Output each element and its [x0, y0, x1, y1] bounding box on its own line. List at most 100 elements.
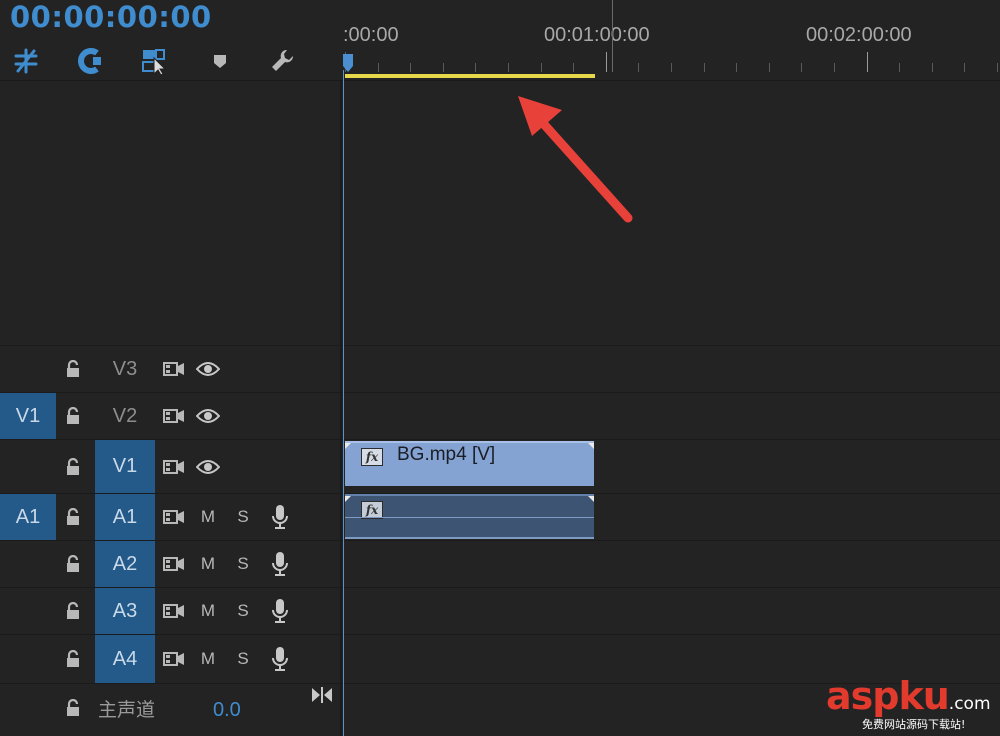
track-lane-a2[interactable]: [342, 541, 1000, 587]
source-patch-empty[interactable]: [0, 588, 56, 634]
source-patch-v3[interactable]: [0, 346, 56, 392]
lock-button[interactable]: [62, 440, 84, 493]
microphone-icon: [272, 647, 288, 671]
voiceover-button[interactable]: [268, 494, 292, 540]
clip-corner: [345, 496, 351, 502]
source-patch-empty[interactable]: [0, 541, 56, 587]
track-target-a2[interactable]: A2: [95, 541, 155, 587]
mute-button[interactable]: M: [198, 494, 218, 540]
lock-button[interactable]: [62, 635, 84, 683]
track-target-v3[interactable]: V3: [95, 346, 155, 392]
timeline-settings-button[interactable]: [265, 44, 301, 78]
sync-lock-button[interactable]: [161, 346, 187, 392]
voiceover-button[interactable]: [268, 588, 292, 634]
track-v2: V1 V2: [0, 392, 1000, 439]
clip-name: BG.mp4 [V]: [397, 444, 496, 465]
settings-wrench-icon: [272, 49, 294, 71]
sync-lock-button[interactable]: [161, 588, 187, 634]
lock-button[interactable]: [62, 346, 84, 392]
toggle-output-button[interactable]: [195, 346, 221, 392]
lock-icon: [67, 555, 79, 572]
lock-button[interactable]: [62, 588, 84, 634]
watermark-suffix: .com: [948, 694, 991, 714]
lock-button[interactable]: [62, 541, 84, 587]
mute-button[interactable]: M: [198, 541, 218, 587]
solo-button[interactable]: S: [233, 494, 253, 540]
watermark: aspku.com 免费网站源码下载站!: [826, 676, 1000, 736]
ruler-tick: [997, 63, 998, 72]
source-patch-a1[interactable]: A1: [0, 494, 56, 540]
source-patch-empty[interactable]: [0, 440, 56, 493]
sync-lock-button[interactable]: [161, 541, 187, 587]
toggle-output-button[interactable]: [195, 393, 221, 439]
lock-button[interactable]: [62, 393, 84, 439]
microphone-icon: [272, 552, 288, 576]
sync-lock-icon: [163, 459, 184, 474]
ruler-tick: [378, 63, 379, 72]
voiceover-button[interactable]: [268, 541, 292, 587]
audio-clip[interactable]: fx: [345, 494, 594, 539]
mute-button[interactable]: M: [198, 635, 218, 683]
track-header-a4: A4 M S: [0, 635, 340, 683]
track-target-a1[interactable]: A1: [95, 494, 155, 540]
sync-lock-button[interactable]: [161, 494, 187, 540]
source-patch-v1[interactable]: V1: [0, 393, 56, 439]
ripple-nest-icon: [14, 48, 38, 74]
sync-lock-button[interactable]: [161, 635, 187, 683]
linked-selection-button[interactable]: [136, 44, 172, 78]
clip-corner: [588, 443, 594, 449]
linked-selection-icon: [142, 49, 167, 76]
ruler-tick: [964, 63, 965, 72]
track-target-a4[interactable]: A4: [95, 635, 155, 683]
master-track-label: 主声道: [98, 698, 156, 721]
track-target-v1[interactable]: V1: [95, 440, 155, 493]
ruler-tick: [671, 63, 672, 72]
ruler-tick: [736, 63, 737, 72]
track-lane-a3[interactable]: [342, 588, 1000, 634]
solo-button[interactable]: S: [233, 635, 253, 683]
sync-lock-button[interactable]: [161, 393, 187, 439]
master-volume-value[interactable]: 0.0: [213, 686, 241, 734]
ruler-tick: [612, 0, 613, 72]
toggle-output-button[interactable]: [195, 440, 221, 493]
solo-button[interactable]: S: [233, 541, 253, 587]
track-lane-v3[interactable]: [342, 346, 1000, 392]
add-marker-button[interactable]: [202, 44, 238, 78]
ruler-tick: [899, 63, 900, 72]
go-to-in-out-icon[interactable]: [311, 686, 333, 704]
mute-button[interactable]: M: [198, 588, 218, 634]
sync-lock-icon: [163, 557, 184, 571]
track-header-a3: A3 M S: [0, 588, 340, 634]
snap-magnet-icon: [78, 48, 101, 74]
solo-button[interactable]: S: [233, 588, 253, 634]
video-clip[interactable]: fx BG.mp4 [V]: [345, 441, 594, 486]
timecode-display[interactable]: 00:00:00:00: [10, 0, 212, 34]
fx-badge[interactable]: fx: [361, 448, 383, 466]
lock-button[interactable]: [62, 494, 84, 540]
ruler-tick: [769, 63, 770, 72]
playhead-line[interactable]: [343, 70, 344, 736]
track-target-v2[interactable]: V2: [95, 393, 155, 439]
sync-lock-button[interactable]: [161, 440, 187, 493]
lock-icon: [67, 650, 79, 667]
ruler-tick: [443, 63, 444, 72]
track-header-v2: V1 V2: [0, 393, 340, 439]
snap-button[interactable]: [71, 44, 107, 78]
source-patch-empty[interactable]: [0, 635, 56, 683]
sync-lock-icon: [163, 362, 184, 376]
sync-lock-icon: [163, 604, 184, 618]
track-lane-v2[interactable]: [342, 393, 1000, 439]
watermark-brand-text: aspku: [826, 674, 950, 718]
track-a3: A3 M S: [0, 587, 1000, 634]
lock-button[interactable]: [62, 684, 84, 732]
eye-icon: [196, 409, 220, 423]
ripple-nest-button[interactable]: [8, 44, 44, 78]
track-header-a1: A1 A1 M S: [0, 494, 340, 540]
playhead-handle-icon[interactable]: [343, 54, 353, 72]
clip-corner: [588, 496, 594, 502]
track-target-a3[interactable]: A3: [95, 588, 155, 634]
sync-lock-icon: [163, 510, 184, 524]
sync-lock-icon: [163, 652, 184, 666]
work-area-bar[interactable]: [345, 74, 595, 78]
voiceover-button[interactable]: [268, 635, 292, 683]
